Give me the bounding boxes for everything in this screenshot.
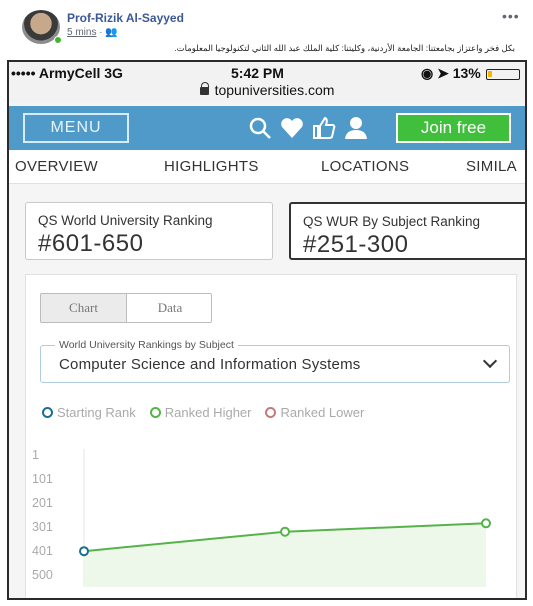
thumbs-up-icon[interactable] xyxy=(311,115,337,141)
subject-dropdown-value: Computer Science and Information Systems xyxy=(59,356,361,373)
section-tabs: OVERVIEW HIGHLIGHTS LOCATIONS SIMILA xyxy=(9,150,525,184)
ranking-line-chart: 1 101 201 301 401 500 2018 2019 2020 xyxy=(32,448,500,600)
legend-ranked-lower-marker xyxy=(265,407,277,418)
subject-ranking-label: QS WUR By Subject Ranking xyxy=(303,214,481,229)
chevron-down-icon xyxy=(482,353,498,369)
ranking-content: QS World University Ranking #601-650 QS … xyxy=(9,184,525,600)
world-ranking-label: QS World University Ranking xyxy=(38,213,213,228)
post-header: Prof-Rizik Al-Sayyed 5 mins · 👥 ••• بكل … xyxy=(0,0,533,60)
battery-fill xyxy=(488,71,492,77)
phone-screenshot: ••••• ArmyCell 3G 5:42 PM ◉ ➤ 13% topuni… xyxy=(7,60,527,600)
user-icon[interactable] xyxy=(343,115,369,141)
subject-ranking-card[interactable]: QS WUR By Subject Ranking #251-300 xyxy=(289,202,525,260)
tab-overview[interactable]: OVERVIEW xyxy=(15,158,98,175)
data-point xyxy=(280,526,290,537)
lock-icon xyxy=(199,82,210,95)
join-free-button[interactable]: Join free xyxy=(396,113,511,143)
data-point xyxy=(481,518,491,529)
x-tick-label: 2018 xyxy=(70,598,98,600)
status-bar: ••••• ArmyCell 3G 5:42 PM ◉ ➤ 13% xyxy=(9,62,525,84)
data-view-button[interactable]: Data xyxy=(127,294,211,322)
legend-starting-rank-label: Starting Rank xyxy=(57,405,136,420)
world-ranking-value: #601-650 xyxy=(38,230,144,257)
x-tick-label: 2019 xyxy=(271,598,299,600)
y-tick-label: 401 xyxy=(32,544,53,558)
carrier-signal: ••••• ArmyCell 3G xyxy=(11,65,123,81)
legend-ranked-lower-label: Ranked Lower xyxy=(280,405,365,420)
legend-ranked-lower[interactable]: Ranked Lower xyxy=(265,405,364,420)
subject-dropdown[interactable]: World University Rankings by Subject Com… xyxy=(40,339,510,383)
legend-ranked-higher[interactable]: Ranked Higher xyxy=(149,405,252,420)
subject-ranking-value: #251-300 xyxy=(303,231,409,258)
ranking-chart-panel: Chart Data World University Rankings by … xyxy=(25,274,517,600)
friends-icon: 👥 xyxy=(105,27,118,38)
post-time[interactable]: 5 mins · 👥 xyxy=(67,27,118,38)
y-tick-label: 101 xyxy=(32,472,53,486)
nav-icon-group xyxy=(247,112,369,144)
location-arrow-icon: ➤ xyxy=(437,65,449,81)
rotation-lock-icon: ◉ xyxy=(421,65,434,81)
battery-percent: 13% xyxy=(452,65,481,81)
post-time-link[interactable]: 5 mins xyxy=(67,27,96,38)
search-icon[interactable] xyxy=(247,115,273,141)
address-bar[interactable]: topuniversities.com xyxy=(9,82,525,102)
view-toggle: Chart Data xyxy=(40,293,212,323)
site-nav: MENU Join free xyxy=(9,106,525,150)
legend-ranked-higher-label: Ranked Higher xyxy=(164,405,252,420)
battery-percent-row: ◉ ➤ 13% xyxy=(421,65,481,82)
more-options-icon[interactable]: ••• xyxy=(502,8,520,24)
tab-similar[interactable]: SIMILA xyxy=(466,158,517,175)
y-tick-label: 500 xyxy=(32,568,53,582)
world-ranking-card[interactable]: QS World University Ranking #601-650 xyxy=(25,202,273,260)
legend-ranked-higher-marker xyxy=(149,407,161,418)
battery-icon xyxy=(486,69,520,80)
author-name[interactable]: Prof-Rizik Al-Sayyed xyxy=(67,11,184,25)
y-tick-label: 1 xyxy=(32,448,39,462)
y-tick-label: 301 xyxy=(32,520,53,534)
tab-highlights[interactable]: HIGHLIGHTS xyxy=(164,158,259,175)
menu-button[interactable]: MENU xyxy=(23,113,129,143)
legend-starting-rank[interactable]: Starting Rank xyxy=(42,405,136,420)
chart-legend: Starting Rank Ranked Higher Ranked Lower xyxy=(42,405,364,420)
y-tick-label: 201 xyxy=(32,496,53,510)
chart-view-button[interactable]: Chart xyxy=(41,294,127,322)
clock: 5:42 PM xyxy=(231,65,284,81)
tab-locations[interactable]: LOCATIONS xyxy=(321,158,409,175)
data-point xyxy=(79,546,89,557)
subject-dropdown-legend: World University Rankings by Subject xyxy=(55,339,238,351)
online-status-dot xyxy=(54,36,62,44)
heart-icon[interactable] xyxy=(279,115,305,141)
url-text: topuniversities.com xyxy=(214,82,335,98)
x-tick-label: 2020 xyxy=(472,598,500,600)
post-caption: بكل فخر واعتزاز بجامعتنا: الجامعة الأردن… xyxy=(174,43,515,53)
legend-starting-rank-marker xyxy=(42,407,53,418)
